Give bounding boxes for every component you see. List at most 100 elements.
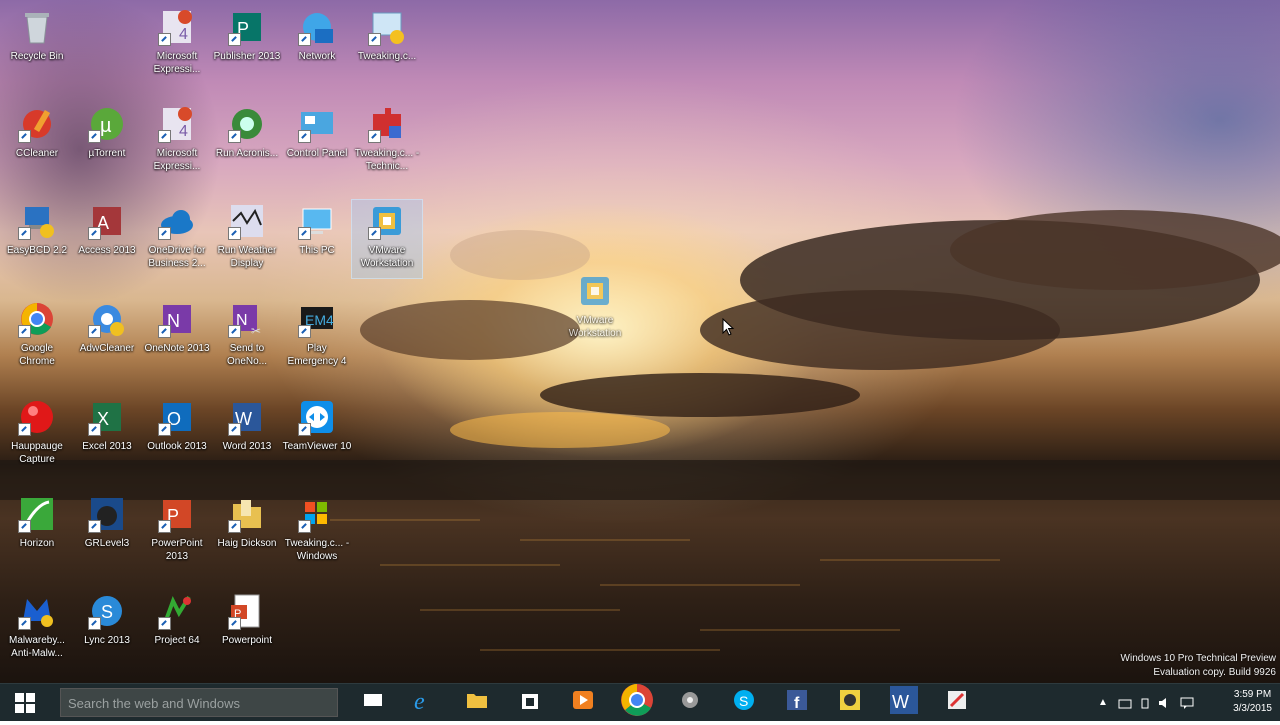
taskbar-app-file-explorer[interactable] bbox=[459, 687, 495, 718]
taskbar-app-internet-explorer[interactable]: e bbox=[406, 687, 442, 718]
network-tray-icon[interactable] bbox=[1118, 697, 1132, 709]
desktop-icon[interactable]: Tweaking.c... - Windows bbox=[282, 493, 352, 563]
desktop-icon-label: Powerpoint bbox=[221, 635, 273, 646]
desktop-icon[interactable]: Tweaking.c... bbox=[352, 6, 422, 63]
onedrive-icon bbox=[156, 200, 198, 242]
desktop-icon-label: CCleaner bbox=[15, 148, 59, 159]
desktop-icon-label: Microsoft Expressi... bbox=[153, 148, 201, 172]
desktop-icon[interactable]: X Excel 2013 bbox=[72, 396, 142, 453]
desktop-icon[interactable]: Malwareby... Anti-Malw... bbox=[2, 590, 72, 660]
shortcut-arrow-icon bbox=[88, 617, 101, 630]
desktop-icon[interactable]: Google Chrome bbox=[2, 298, 72, 368]
shortcut-arrow-icon bbox=[88, 520, 101, 533]
desktop-icon-label: Send to OneNo... bbox=[226, 343, 268, 367]
desktop-icon[interactable]: Run Weather Display bbox=[212, 200, 282, 270]
shortcut-arrow-icon bbox=[158, 33, 171, 46]
desktop-icon-label: Malwareby... Anti-Malw... bbox=[9, 635, 65, 659]
shortcut-arrow-icon bbox=[228, 325, 241, 338]
shortcut-arrow-icon bbox=[158, 520, 171, 533]
desktop-icon[interactable]: TeamViewer 10 bbox=[282, 396, 352, 453]
desktop-icon[interactable]: 4 Microsoft Expressi... bbox=[142, 6, 212, 76]
paint-icon bbox=[945, 688, 969, 717]
clock-time: 3:59 PM bbox=[1233, 689, 1272, 700]
taskbar-clock[interactable]: 3:59 PM 3/3/2015 bbox=[1233, 688, 1272, 716]
shortcut-arrow-icon bbox=[228, 423, 241, 436]
desktop-icon[interactable]: VMware Workstation bbox=[351, 199, 423, 279]
desktop-icon-label: Haig Dickson bbox=[217, 538, 277, 549]
dragged-icon-label: VMware Workstation bbox=[568, 315, 622, 339]
desktop-icon[interactable]: 4 Microsoft Expressi... bbox=[142, 103, 212, 173]
desktop-icon-label: PowerPoint 2013 bbox=[151, 538, 203, 562]
desktop-icon-label: Tweaking.c... - Technic... bbox=[354, 148, 420, 172]
start-button[interactable] bbox=[0, 684, 50, 721]
desktop-icon-label: Run Weather Display bbox=[217, 245, 277, 269]
desktop-icon[interactable]: Run Acronis... bbox=[212, 103, 282, 160]
word-icon: W bbox=[226, 396, 268, 438]
desktop-icon[interactable]: This PC bbox=[282, 200, 352, 257]
desktop[interactable]: Recycle Bin 4 Microsoft Expressi... P Publis… bbox=[0, 0, 1280, 683]
shortcut-arrow-icon bbox=[88, 423, 101, 436]
shortcut-arrow-icon bbox=[298, 325, 311, 338]
taskbar-search-box[interactable]: Search the web and Windows bbox=[60, 688, 338, 717]
shortcut-arrow-icon bbox=[368, 33, 381, 46]
desktop-icon[interactable]: EM4 Play Emergency 4 bbox=[282, 298, 352, 368]
access-icon: A bbox=[86, 200, 128, 242]
desktop-icon[interactable]: EasyBCD 2.2 bbox=[2, 200, 72, 257]
desktop-icon[interactable]: W Word 2013 bbox=[212, 396, 282, 453]
shortcut-arrow-icon bbox=[228, 33, 241, 46]
adwcleaner-icon bbox=[86, 298, 128, 340]
horizon-icon bbox=[16, 493, 58, 535]
watermark-line2: Evaluation copy. Build 9926 bbox=[1153, 667, 1276, 678]
shortcut-arrow-icon bbox=[228, 130, 241, 143]
desktop-icon[interactable]: Hauppauge Capture bbox=[2, 396, 72, 466]
desktop-icon-label: OneNote 2013 bbox=[144, 343, 210, 354]
taskbar-app-skype[interactable]: S bbox=[726, 687, 762, 718]
desktop-icon[interactable]: Horizon bbox=[2, 493, 72, 550]
lync-icon: S bbox=[86, 590, 128, 632]
this-pc-icon bbox=[296, 200, 338, 242]
taskbar-app-app-yellow[interactable] bbox=[832, 687, 868, 718]
desktop-icon-label: This PC bbox=[299, 245, 335, 256]
desktop-icon-label: Play Emergency 4 bbox=[287, 343, 347, 367]
desktop-icon[interactable]: CCleaner bbox=[2, 103, 72, 160]
desktop-icon[interactable]: A Access 2013 bbox=[72, 200, 142, 257]
desktop-icon[interactable]: S Lync 2013 bbox=[72, 590, 142, 647]
taskbar-app-store[interactable] bbox=[512, 687, 548, 718]
shortcut-arrow-icon bbox=[88, 227, 101, 240]
taskbar-app-chrome[interactable] bbox=[619, 684, 655, 718]
taskbar-app-facebook[interactable]: f bbox=[779, 687, 815, 718]
action-center-icon[interactable] bbox=[1180, 697, 1194, 709]
desktop-icon[interactable]: Recycle Bin bbox=[2, 6, 72, 63]
desktop-icon[interactable]: O Outlook 2013 bbox=[142, 396, 212, 453]
desktop-icon[interactable]: Network bbox=[282, 6, 352, 63]
power-tray-icon[interactable] bbox=[1140, 697, 1150, 709]
volume-tray-icon[interactable] bbox=[1158, 697, 1172, 709]
tweaking-win-icon bbox=[296, 493, 338, 535]
shortcut-arrow-icon bbox=[88, 130, 101, 143]
desktop-icon[interactable]: Tweaking.c... - Technic... bbox=[352, 103, 422, 173]
show-hidden-icons-icon[interactable]: ▲ bbox=[1098, 697, 1108, 708]
desktop-icon[interactable]: Project 64 bbox=[142, 590, 212, 647]
desktop-icon[interactable]: OneDrive for Business 2... bbox=[142, 200, 212, 270]
shortcut-arrow-icon bbox=[228, 617, 241, 630]
desktop-icon[interactable]: Control Panel bbox=[282, 103, 352, 160]
svg-text:4: 4 bbox=[179, 26, 188, 43]
shortcut-arrow-icon bbox=[158, 227, 171, 240]
taskbar-app-paint[interactable] bbox=[939, 687, 975, 718]
media-icon bbox=[571, 689, 595, 716]
desktop-icon[interactable]: N ✂ Send to OneNo... bbox=[212, 298, 282, 368]
dragged-vmware-icon[interactable]: VMware Workstation bbox=[560, 270, 630, 340]
taskbar-app-snipping[interactable] bbox=[672, 687, 708, 718]
desktop-icon[interactable]: Haig Dickson bbox=[212, 493, 282, 550]
desktop-icon[interactable]: P Powerpoint bbox=[212, 590, 282, 647]
taskbar-app-word[interactable]: W bbox=[886, 686, 922, 718]
taskbar-app-media-player[interactable] bbox=[565, 687, 601, 718]
desktop-icon[interactable]: N OneNote 2013 bbox=[142, 298, 212, 355]
chrome-icon bbox=[617, 680, 657, 725]
desktop-icon[interactable]: GRLevel3 bbox=[72, 493, 142, 550]
desktop-icon[interactable]: P PowerPoint 2013 bbox=[142, 493, 212, 563]
desktop-icon[interactable]: µ µTorrent bbox=[72, 103, 142, 160]
desktop-icon[interactable]: P Publisher 2013 bbox=[212, 6, 282, 63]
taskbar-app-task-view[interactable] bbox=[355, 687, 391, 718]
desktop-icon[interactable]: AdwCleaner bbox=[72, 298, 142, 355]
